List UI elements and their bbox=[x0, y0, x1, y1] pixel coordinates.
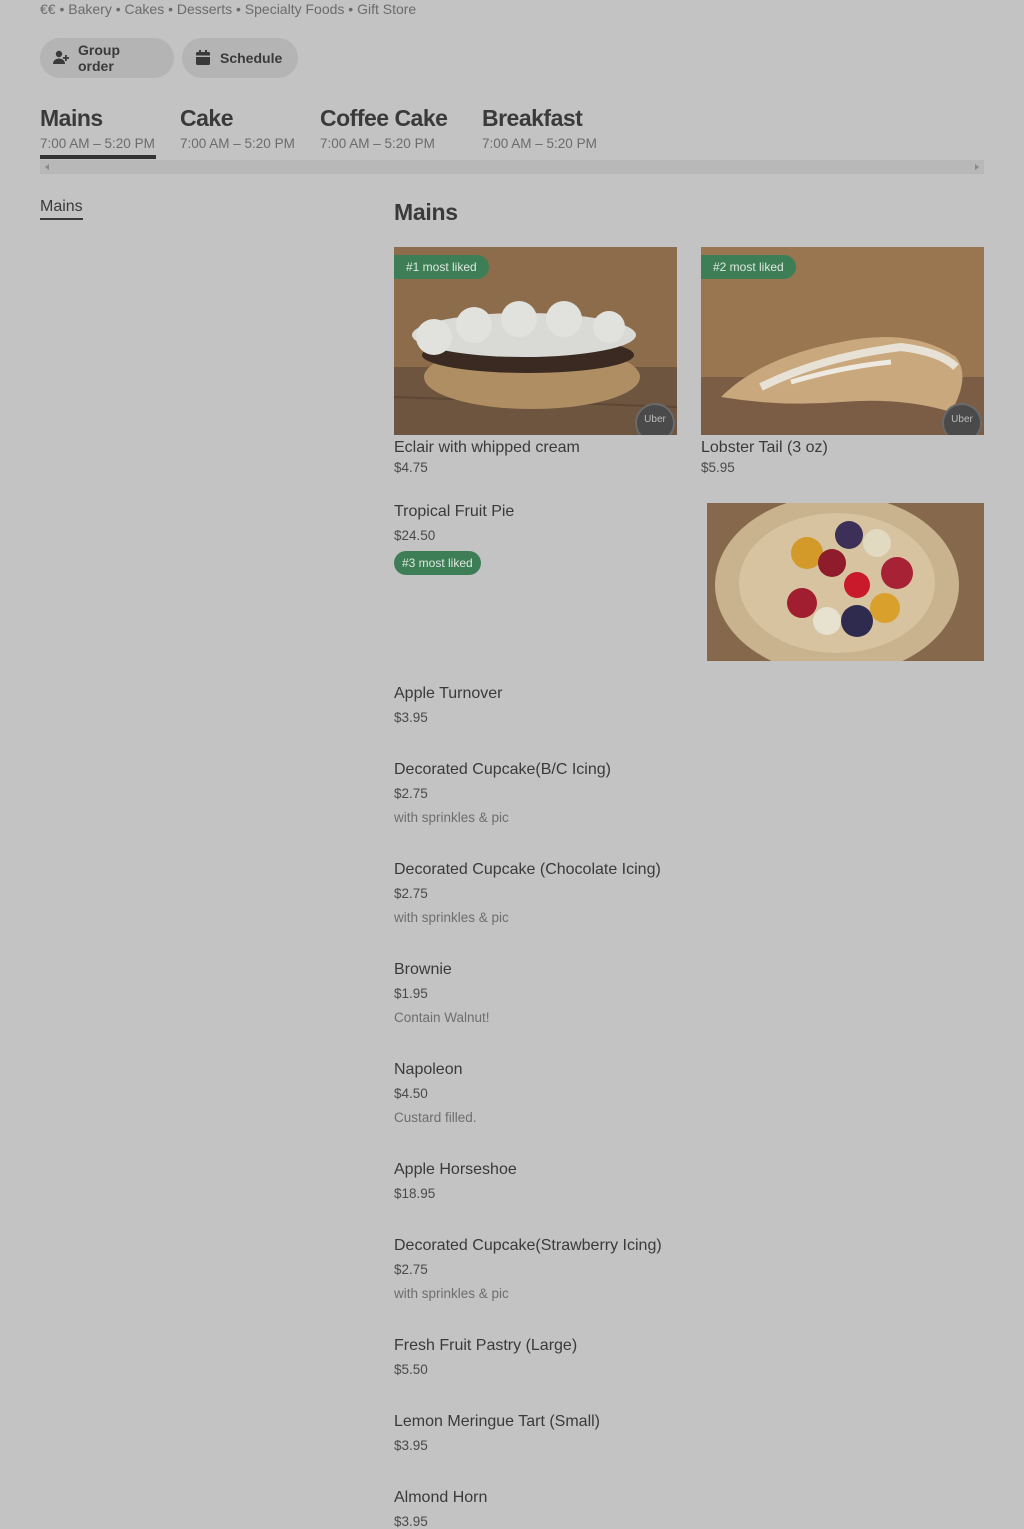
item-description: Contain Walnut! bbox=[394, 1010, 490, 1025]
store-tags: €€ • Bakery • Cakes • Desserts • Special… bbox=[40, 1, 417, 17]
item-price: $2.75 bbox=[394, 1262, 428, 1277]
item-title: Lemon Meringue Tart (Small) bbox=[394, 1413, 601, 1430]
schedule-button[interactable]: Schedule bbox=[182, 38, 298, 78]
item-description: with sprinkles & pic bbox=[394, 1286, 509, 1301]
item-title: Apple Turnover bbox=[394, 685, 503, 702]
menu-item-row[interactable]: Apple Turnover $3.95 bbox=[394, 685, 984, 725]
item-title: Napoleon bbox=[394, 1061, 463, 1078]
menu-tab-name: Breakfast bbox=[482, 105, 583, 131]
item-title: Fresh Fruit Pastry (Large) bbox=[394, 1337, 578, 1354]
menu-tab-coffee-cake[interactable]: Coffee Cake 7:00 AM – 5:20 PM bbox=[320, 100, 448, 160]
menu-item-row[interactable]: Almond Horn $3.95 bbox=[394, 1489, 984, 1529]
sidebar-item-mains[interactable]: Mains bbox=[40, 198, 83, 220]
item-price: $4.75 bbox=[394, 460, 428, 475]
item-title: Eclair with whipped cream bbox=[394, 439, 580, 456]
item-price: $4.50 bbox=[394, 1086, 428, 1101]
menu-item-row[interactable]: Decorated Cupcake(Strawberry Icing) $2.7… bbox=[394, 1237, 984, 1301]
item-title: Decorated Cupcake(B/C Icing) bbox=[394, 761, 611, 778]
scroll-right-arrow-icon[interactable] bbox=[975, 164, 979, 170]
horizontal-scrollbar[interactable] bbox=[40, 160, 984, 174]
item-price: $3.95 bbox=[394, 1438, 428, 1453]
menu-tab-hours: 7:00 AM – 5:20 PM bbox=[320, 136, 435, 151]
most-liked-badge: #3 most liked bbox=[394, 551, 481, 575]
most-liked-badge: #1 most liked bbox=[394, 255, 489, 279]
group-order-button[interactable]: Group order bbox=[40, 38, 174, 78]
item-price: $2.75 bbox=[394, 886, 428, 901]
item-title: Brownie bbox=[394, 961, 452, 978]
selected-tab-indicator bbox=[40, 155, 156, 159]
eclair-image: #1 most liked Uber bbox=[394, 247, 677, 435]
lobster-tail-image: #2 most liked Uber bbox=[701, 247, 984, 435]
menu-tab-hours: 7:00 AM – 5:20 PM bbox=[180, 136, 295, 151]
section-title: Mains bbox=[394, 199, 458, 225]
item-description: Custard filled. bbox=[394, 1110, 477, 1125]
menu-item-row[interactable]: Lemon Meringue Tart (Small) $3.95 bbox=[394, 1413, 984, 1453]
most-liked-badge: #2 most liked bbox=[701, 255, 796, 279]
menu-tab-breakfast[interactable]: Breakfast 7:00 AM – 5:20 PM bbox=[482, 100, 597, 160]
calendar-icon bbox=[194, 49, 212, 67]
featured-item-card[interactable]: #2 most liked Uber Lobster Tail (3 oz) $… bbox=[701, 247, 984, 475]
item-price: $18.95 bbox=[394, 1186, 436, 1201]
menu-tab-hours: 7:00 AM – 5:20 PM bbox=[40, 136, 155, 151]
menu-item-row[interactable]: Decorated Cupcake (Chocolate Icing) $2.7… bbox=[394, 861, 984, 925]
tropical-fruit-pie-image[interactable] bbox=[707, 503, 984, 661]
menu-item-row[interactable]: Fresh Fruit Pastry (Large) $5.50 bbox=[394, 1337, 984, 1377]
item-title: Decorated Cupcake(Strawberry Icing) bbox=[394, 1237, 662, 1254]
menu-tab-name: Mains bbox=[40, 105, 103, 131]
schedule-label: Schedule bbox=[220, 50, 283, 66]
menu-item-row[interactable]: Napoleon $4.50 Custard filled. bbox=[394, 1061, 984, 1125]
menu-item-row[interactable]: Brownie $1.95 Contain Walnut! bbox=[394, 961, 984, 1025]
menu-tab-name: Cake bbox=[180, 105, 233, 131]
menu-item-row[interactable]: Apple Horseshoe $18.95 bbox=[394, 1161, 984, 1201]
item-price: $2.75 bbox=[394, 786, 428, 801]
group-order-label: Group order bbox=[78, 42, 120, 74]
item-price: $5.50 bbox=[394, 1362, 428, 1377]
item-price: $1.95 bbox=[394, 986, 428, 1001]
item-title: Lobster Tail (3 oz) bbox=[701, 439, 828, 456]
uber-logo: Uber bbox=[635, 403, 675, 435]
item-price: $3.95 bbox=[394, 710, 428, 725]
item-description: with sprinkles & pic bbox=[394, 910, 509, 925]
featured-item-card[interactable]: #1 most liked Uber Eclair with whipped c… bbox=[394, 247, 677, 475]
menu-tab-hours: 7:00 AM – 5:20 PM bbox=[482, 136, 597, 151]
item-title: Decorated Cupcake (Chocolate Icing) bbox=[394, 861, 661, 878]
menu-tab-name: Coffee Cake bbox=[320, 105, 448, 131]
item-title: Apple Horseshoe bbox=[394, 1161, 517, 1178]
item-price: $5.95 bbox=[701, 460, 735, 475]
item-description: with sprinkles & pic bbox=[394, 810, 509, 825]
scroll-left-arrow-icon[interactable] bbox=[45, 164, 49, 170]
add-person-icon bbox=[52, 49, 70, 67]
item-price: $3.95 bbox=[394, 1514, 428, 1529]
menu-tab-cake[interactable]: Cake 7:00 AM – 5:20 PM bbox=[180, 100, 295, 160]
menu-item-row[interactable]: Decorated Cupcake(B/C Icing) $2.75 with … bbox=[394, 761, 984, 825]
item-title: Almond Horn bbox=[394, 1489, 488, 1506]
menu-tab-mains[interactable]: Mains 7:00 AM – 5:20 PM bbox=[40, 100, 156, 160]
uber-logo: Uber bbox=[942, 403, 982, 435]
